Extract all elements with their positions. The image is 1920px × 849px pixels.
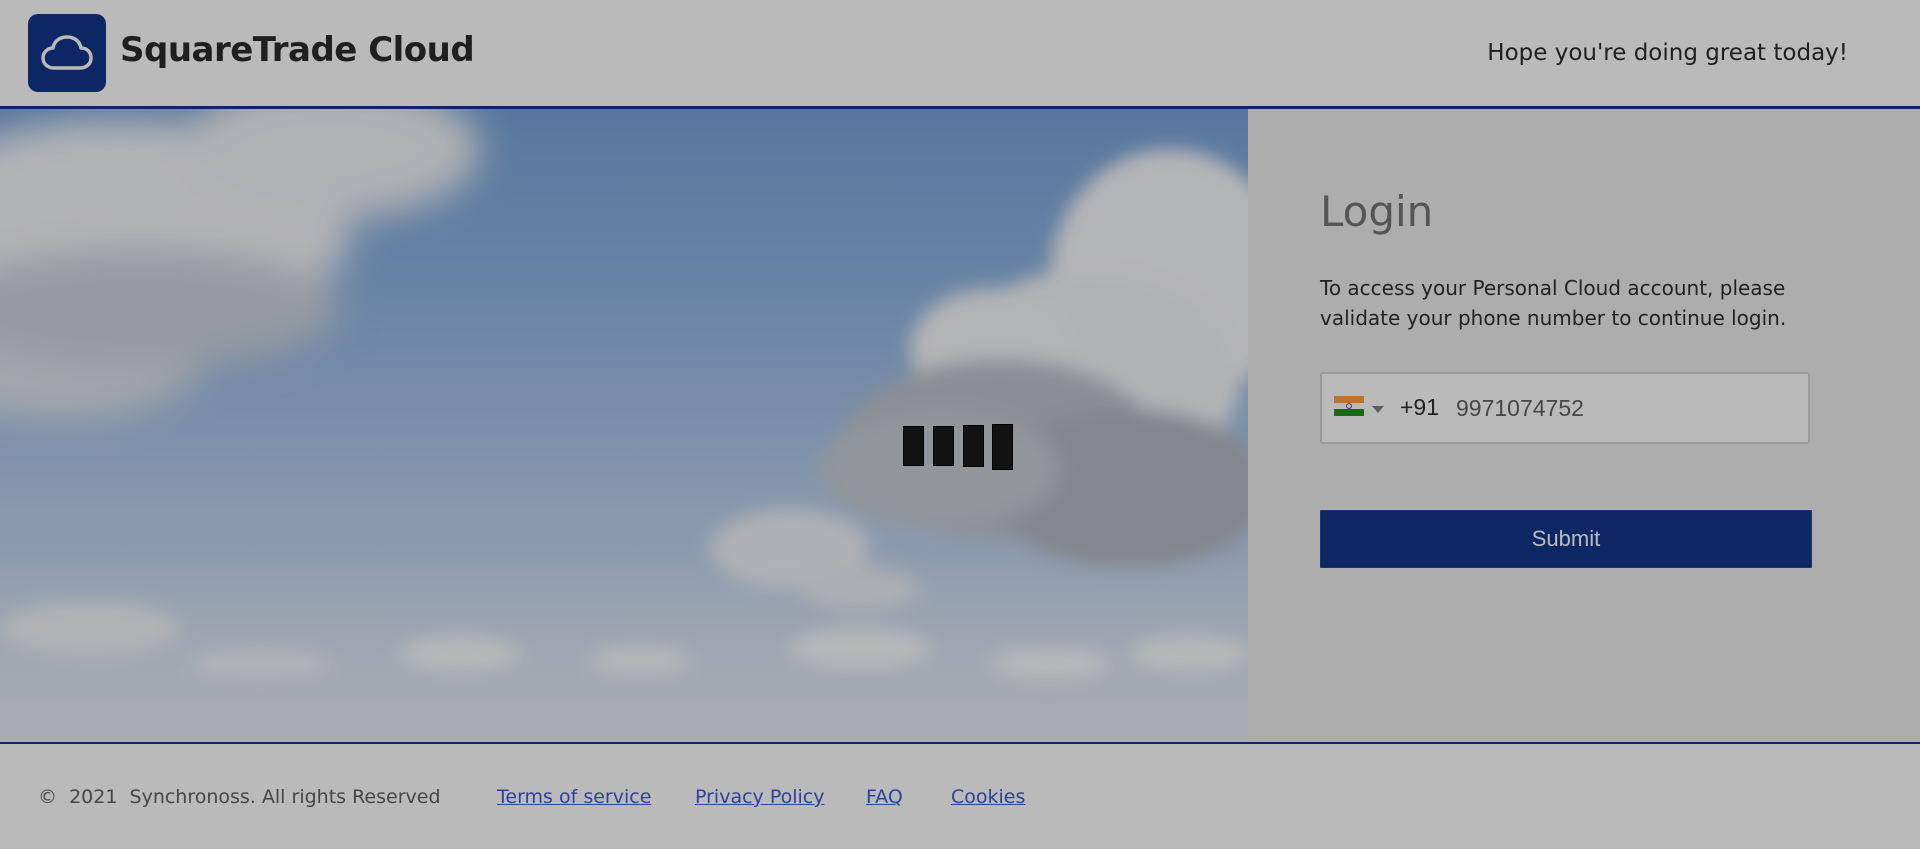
loading-bar [933, 426, 954, 466]
loading-bar [903, 426, 924, 466]
loading-bars-icon [903, 424, 1013, 472]
loading-bar [963, 425, 984, 467]
login-page: SquareTrade Cloud Hope you're doing grea… [0, 0, 1920, 849]
loading-bar [992, 424, 1013, 470]
